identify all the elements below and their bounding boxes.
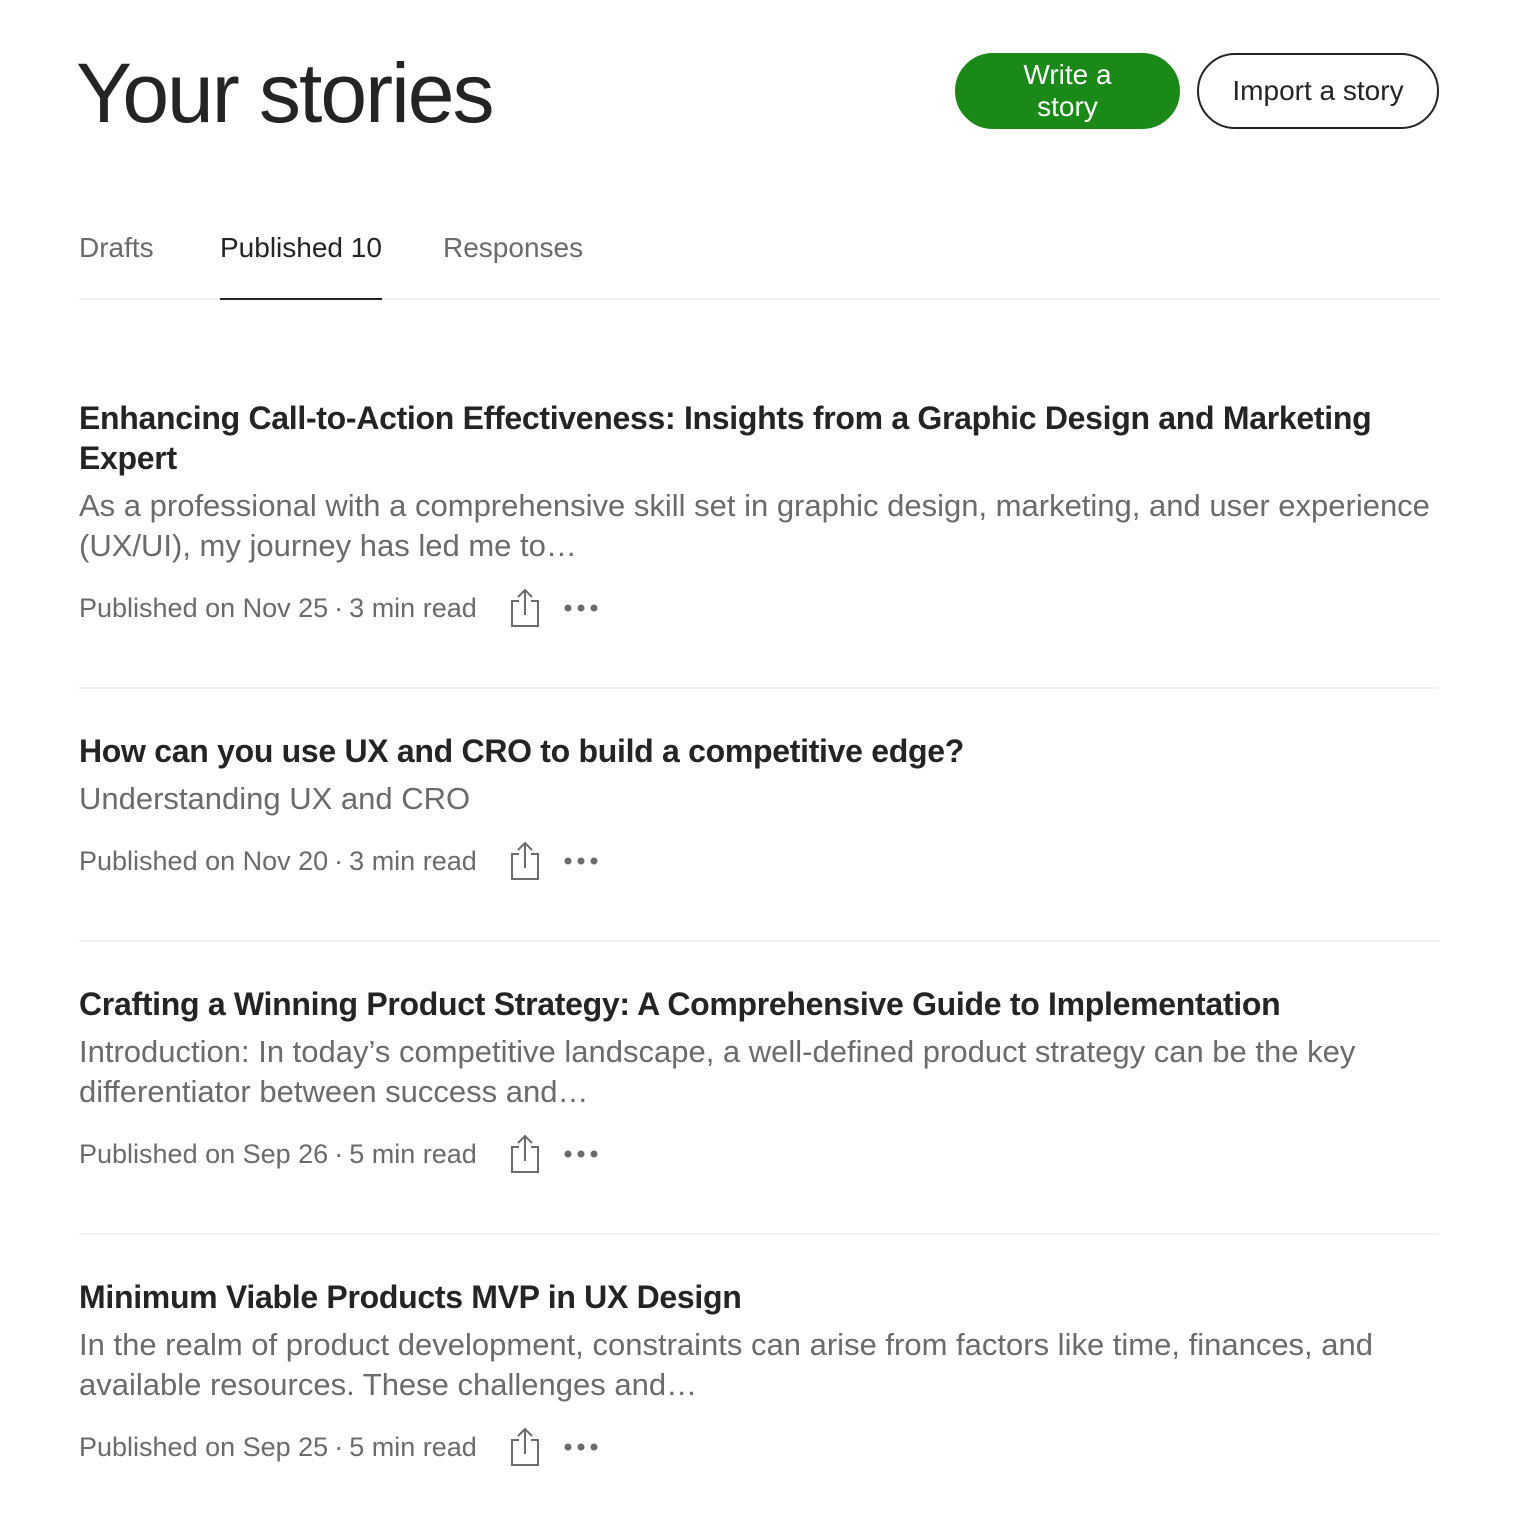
more-options-icon[interactable] (561, 839, 601, 883)
story-title[interactable]: Minimum Viable Products MVP in UX Design (79, 1277, 1439, 1317)
share-icon[interactable] (505, 586, 545, 630)
share-icon[interactable] (505, 1425, 545, 1469)
tab-responses[interactable]: Responses (443, 230, 583, 300)
read-time: 5 min read (349, 1432, 477, 1462)
story-excerpt[interactable]: As a professional with a comprehensive s… (79, 486, 1439, 566)
story-meta: Published on Sep 25 · 5 min read (79, 1425, 1439, 1469)
read-time: 3 min read (349, 846, 477, 876)
story-title[interactable]: How can you use UX and CRO to build a co… (79, 731, 1439, 771)
meta-separator: · (334, 592, 344, 623)
page-header: Your stories Write a story Import a stor… (76, 46, 1439, 140)
more-options-icon[interactable] (561, 1132, 601, 1176)
published-date: Published on Nov 20 (79, 846, 329, 876)
story-meta: Published on Nov 25 · 3 min read (79, 586, 1439, 630)
story-item: Minimum Viable Products MVP in UX Design… (79, 1277, 1439, 1477)
read-time: 5 min read (349, 1139, 477, 1169)
story-meta: Published on Sep 26 · 5 min read (79, 1132, 1439, 1176)
share-icon[interactable] (505, 1132, 545, 1176)
meta-separator: · (334, 1138, 344, 1169)
page: Your stories Write a story Import a stor… (0, 0, 1525, 1521)
read-time: 3 min read (349, 593, 477, 623)
tab-published[interactable]: Published 10 (220, 230, 382, 300)
more-options-icon[interactable] (561, 586, 601, 630)
import-story-button[interactable]: Import a story (1197, 53, 1439, 129)
story-meta: Published on Nov 20 · 3 min read (79, 839, 1439, 883)
published-date: Published on Nov 25 (79, 593, 329, 623)
share-icon[interactable] (505, 839, 545, 883)
story-excerpt[interactable]: Introduction: In today’s competitive lan… (79, 1032, 1439, 1112)
story-item: Enhancing Call-to-Action Effectiveness: … (79, 398, 1439, 689)
published-date: Published on Sep 26 (79, 1139, 329, 1169)
more-options-icon[interactable] (561, 1425, 601, 1469)
write-story-button[interactable]: Write a story (955, 53, 1180, 129)
story-item: Crafting a Winning Product Strategy: A C… (79, 984, 1439, 1235)
tab-drafts[interactable]: Drafts (79, 230, 154, 300)
story-excerpt[interactable]: In the realm of product development, con… (79, 1325, 1439, 1405)
header-actions: Write a story Import a story (955, 53, 1439, 129)
meta-separator: · (334, 1431, 344, 1462)
page-title: Your stories (76, 46, 494, 140)
story-item: How can you use UX and CRO to build a co… (79, 731, 1439, 942)
story-title[interactable]: Crafting a Winning Product Strategy: A C… (79, 984, 1439, 1024)
meta-separator: · (334, 845, 344, 876)
story-tabs: Drafts Published 10 Responses (79, 220, 1439, 300)
story-excerpt[interactable]: Understanding UX and CRO (79, 779, 1439, 819)
published-date: Published on Sep 25 (79, 1432, 329, 1462)
story-title[interactable]: Enhancing Call-to-Action Effectiveness: … (79, 398, 1439, 478)
